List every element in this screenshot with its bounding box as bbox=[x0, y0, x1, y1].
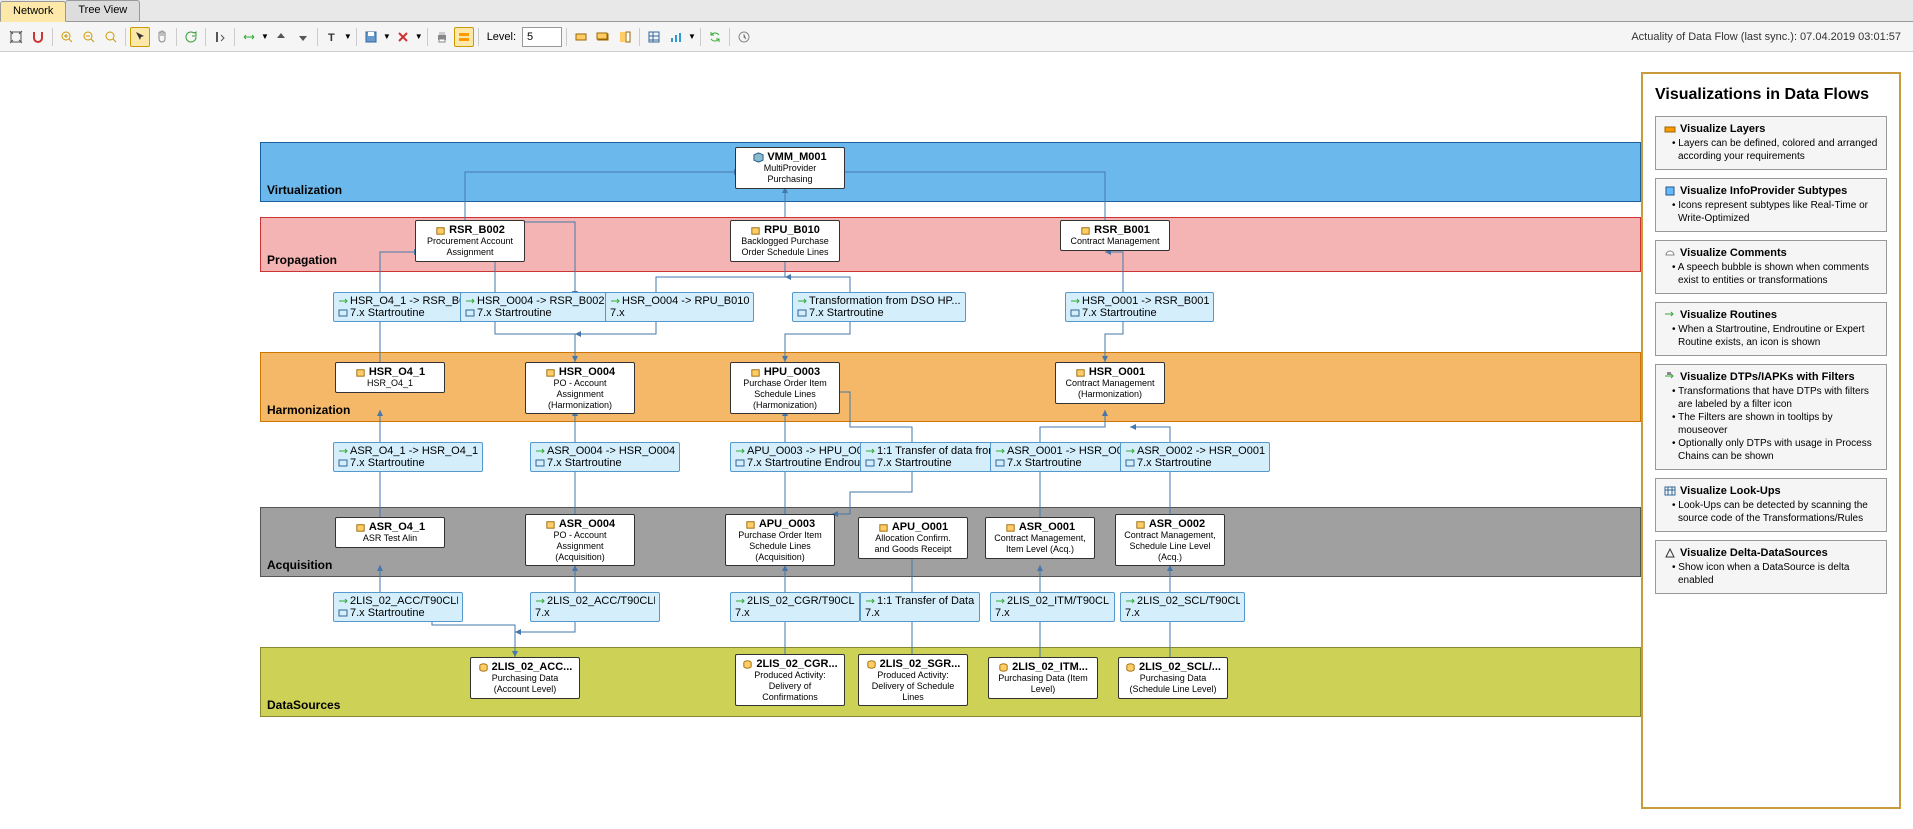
svg-text:T: T bbox=[328, 32, 335, 44]
pointer-icon[interactable] bbox=[130, 27, 150, 47]
side-card: Visualize DTPs/IAPKs with FiltersTransfo… bbox=[1655, 364, 1887, 470]
tab-network[interactable]: Network bbox=[0, 1, 66, 22]
status-text: Actuality of Data Flow (last sync.): 07.… bbox=[1631, 31, 1907, 43]
sync-icon[interactable] bbox=[705, 27, 725, 47]
text-icon[interactable]: T bbox=[322, 27, 342, 47]
node-asr-o002[interactable]: ASR_O002Contract Management,Schedule Lin… bbox=[1115, 514, 1225, 566]
trans-t7[interactable]: ASR_O004 -> HSR_O0047.x Startroutine bbox=[530, 442, 680, 472]
dropdown-icon[interactable] bbox=[210, 27, 230, 47]
canvas[interactable]: Virtualization Propagation Harmonization… bbox=[0, 52, 1641, 829]
trans-t16[interactable]: 2LIS_02_ITM/T90CLNT090 ->...7.x bbox=[990, 592, 1115, 622]
layer-harmonization: Harmonization bbox=[260, 352, 1641, 422]
node-asr-o004[interactable]: ASR_O004PO - AccountAssignment(Acquisiti… bbox=[525, 514, 635, 566]
side-card: Visualize RoutinesWhen a Startroutine, E… bbox=[1655, 302, 1887, 356]
delete-icon[interactable] bbox=[393, 27, 413, 47]
node-apu-o001[interactable]: APU_O001Allocation Confirm.and Goods Rec… bbox=[858, 517, 968, 559]
trans-t14[interactable]: 2LIS_02_CGR/T90CLNT090 ->...7.x bbox=[730, 592, 860, 622]
node-rsr-b002[interactable]: RSR_B002 Procurement AccountAssignment bbox=[415, 220, 525, 262]
view1-icon[interactable] bbox=[571, 27, 591, 47]
node-ds-cgr[interactable]: 2LIS_02_CGR...Produced Activity:Delivery… bbox=[735, 654, 845, 706]
node-hpu-o003[interactable]: HPU_O003Purchase Order ItemSchedule Line… bbox=[730, 362, 840, 414]
tab-tree-view[interactable]: Tree View bbox=[65, 0, 140, 21]
node-hsr-o001[interactable]: HSR_O001Contract Management(Harmonizatio… bbox=[1055, 362, 1165, 404]
node-ds-itm[interactable]: 2LIS_02_ITM...Purchasing Data (ItemLevel… bbox=[988, 657, 1098, 699]
tab-bar: Network Tree View bbox=[0, 0, 1913, 22]
refresh-icon[interactable] bbox=[181, 27, 201, 47]
table-icon[interactable] bbox=[644, 27, 664, 47]
side-title: Visualizations in Data Flows bbox=[1655, 86, 1887, 104]
node-ds-scl[interactable]: 2LIS_02_SCL/...Purchasing Data(Schedule … bbox=[1118, 657, 1228, 699]
side-card: Visualize LayersLayers can be defined, c… bbox=[1655, 116, 1887, 170]
trans-t10[interactable]: ASR_O001 -> HSR_O0017.x Startroutine bbox=[990, 442, 1140, 472]
trans-t12[interactable]: 2LIS_02_ACC/T90CLNT090 ->...7.x Startrou… bbox=[333, 592, 463, 622]
node-asr-o001[interactable]: ASR_O001Contract Management,Item Level (… bbox=[985, 517, 1095, 559]
collapse-icon[interactable] bbox=[271, 27, 291, 47]
save-icon[interactable] bbox=[361, 27, 381, 47]
trans-t3[interactable]: HSR_O004 -> RPU_B0107.x bbox=[605, 292, 754, 322]
view3-icon[interactable] bbox=[615, 27, 635, 47]
side-card: Visualize Look-UpsLook-Ups can be detect… bbox=[1655, 478, 1887, 532]
node-ds-acc[interactable]: 2LIS_02_ACC...Purchasing Data(Account Le… bbox=[470, 657, 580, 699]
zoom-out-icon[interactable] bbox=[79, 27, 99, 47]
level-label: Level: bbox=[487, 31, 516, 43]
layers-icon[interactable] bbox=[454, 27, 474, 47]
trans-t6[interactable]: ASR_O4_1 -> HSR_O4_17.x Startroutine bbox=[333, 442, 483, 472]
trans-t17[interactable]: 2LIS_02_SCL/T90CLNT090 ->...7.x bbox=[1120, 592, 1245, 622]
clock-icon[interactable] bbox=[734, 27, 754, 47]
toolbar: ▼ T ▼ ▼ ▼ Level: ▼ Actuality of Data Flo… bbox=[0, 22, 1913, 52]
node-hsr-o004[interactable]: HSR_O004PO - AccountAssignment(Harmoniza… bbox=[525, 362, 635, 414]
node-rpu-b010[interactable]: RPU_B010 Backlogged PurchaseOrder Schedu… bbox=[730, 220, 840, 262]
trans-t15[interactable]: 1:1 Transfer of Data from 2LIS...7.x bbox=[860, 592, 980, 622]
node-asr-o4-1[interactable]: ASR_O4_1ASR Test Alin bbox=[335, 517, 445, 548]
node-apu-o003[interactable]: APU_O003Purchase Order ItemSchedule Line… bbox=[725, 514, 835, 566]
print-icon[interactable] bbox=[432, 27, 452, 47]
link-icon[interactable] bbox=[239, 27, 259, 47]
view2-icon[interactable] bbox=[593, 27, 613, 47]
chart-icon[interactable] bbox=[666, 27, 686, 47]
layer-virtualization: Virtualization bbox=[260, 142, 1641, 202]
fit-icon[interactable] bbox=[6, 27, 26, 47]
side-card: Visualize CommentsA speech bubble is sho… bbox=[1655, 240, 1887, 294]
node-rsr-b001[interactable]: RSR_B001 Contract Management bbox=[1060, 220, 1170, 251]
trans-t5[interactable]: HSR_O001 -> RSR_B0017.x Startroutine bbox=[1065, 292, 1214, 322]
node-vmm-m001[interactable]: VMM_M001 MultiProviderPurchasing bbox=[735, 147, 845, 189]
trans-t13[interactable]: 2LIS_02_ACC/T90CLNT090 ->...7.x bbox=[530, 592, 660, 622]
side-card: Visualize InfoProvider SubtypesIcons rep… bbox=[1655, 178, 1887, 232]
side-card: Visualize Delta-DataSourcesShow icon whe… bbox=[1655, 540, 1887, 594]
node-hsr-o4-1[interactable]: HSR_O4_1HSR_O4_1 bbox=[335, 362, 445, 393]
hand-icon[interactable] bbox=[152, 27, 172, 47]
zoom-in-icon[interactable] bbox=[57, 27, 77, 47]
expand-icon[interactable] bbox=[293, 27, 313, 47]
magnet-icon[interactable] bbox=[28, 27, 48, 47]
level-input[interactable] bbox=[522, 27, 562, 47]
trans-t4[interactable]: Transformation from DSO HP...7.x Startro… bbox=[792, 292, 966, 322]
node-ds-sgr[interactable]: 2LIS_02_SGR...Produced Activity:Delivery… bbox=[858, 654, 968, 706]
side-panel: Visualizations in Data Flows Visualize L… bbox=[1641, 72, 1901, 809]
trans-t11[interactable]: ASR_O002 -> HSR_O0017.x Startroutine bbox=[1120, 442, 1270, 472]
trans-t2[interactable]: HSR_O004 -> RSR_B0027.x Startroutine bbox=[460, 292, 609, 322]
zoom-reset-icon[interactable] bbox=[101, 27, 121, 47]
